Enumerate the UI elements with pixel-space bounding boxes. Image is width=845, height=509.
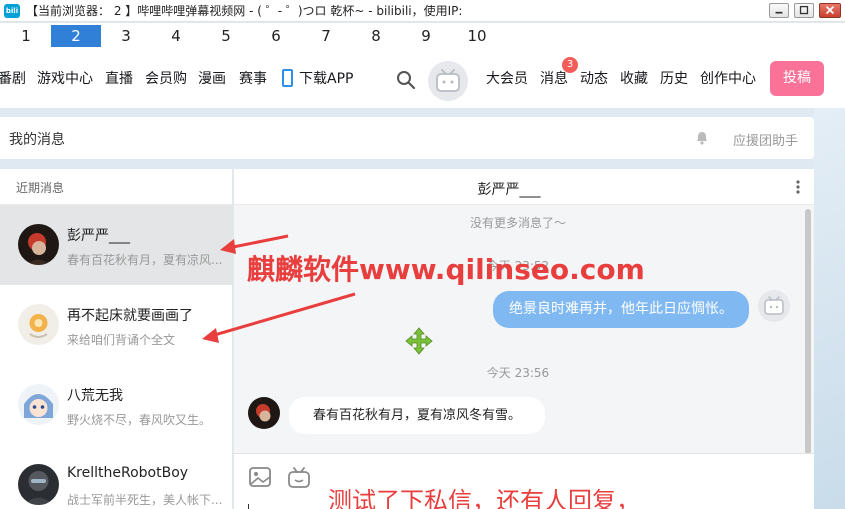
messages-badge: 3 bbox=[562, 57, 578, 73]
image-upload-icon[interactable] bbox=[248, 466, 272, 488]
chat-pane: 彭严严___ 没有更多消息了～ 今天 23:52 绝景良时难再并，他年此日应惆怅… bbox=[234, 169, 814, 509]
tab-5[interactable]: 5 bbox=[201, 25, 251, 47]
tab-6[interactable]: 6 bbox=[251, 25, 301, 47]
more-options-icon[interactable] bbox=[796, 180, 800, 194]
browser-tab-strip: 1 2 3 4 5 6 7 8 9 10 bbox=[0, 23, 845, 48]
contact-avatar bbox=[18, 224, 59, 265]
nav-dynamics[interactable]: 动态 bbox=[580, 68, 608, 88]
minimize-button[interactable] bbox=[769, 3, 789, 18]
phone-icon bbox=[282, 69, 293, 87]
conversation-list: 近期消息 彭严严___ 春有百花秋有月，夏有凉风... 再不起床就要画画了 来给… bbox=[0, 169, 233, 509]
my-message-bubble: 绝景良时难再并，他年此日应惆怅。 bbox=[493, 291, 749, 328]
support-helper-link[interactable]: 应援团助手 bbox=[733, 130, 798, 149]
messages-title: 我的消息 bbox=[9, 132, 65, 148]
tab-7[interactable]: 7 bbox=[301, 25, 351, 47]
chat-scrollbar[interactable] bbox=[805, 209, 811, 454]
emoji-icon[interactable] bbox=[286, 465, 312, 489]
conversation-item[interactable]: KrelltheRobotBoy 战士军前半死生，美人帐下... bbox=[0, 445, 233, 509]
move-cursor-icon bbox=[405, 327, 433, 355]
nav-live[interactable]: 直播 bbox=[105, 68, 133, 88]
tab-9[interactable]: 9 bbox=[401, 25, 451, 47]
timestamp: 今天 23:56 bbox=[486, 366, 550, 380]
contact-avatar bbox=[18, 304, 59, 345]
my-avatar bbox=[758, 290, 790, 322]
maximize-icon bbox=[799, 5, 809, 15]
tab-3[interactable]: 3 bbox=[101, 25, 151, 47]
their-message-bubble: 春有百花秋有月，夏有凉风冬有雪。 bbox=[289, 397, 545, 434]
app-icon: bili bbox=[4, 3, 20, 18]
no-more-messages: 没有更多消息了～ bbox=[469, 216, 566, 230]
text-caret bbox=[248, 504, 249, 509]
minimize-icon bbox=[775, 11, 783, 14]
tab-1[interactable]: 1 bbox=[1, 25, 51, 47]
tab-4[interactable]: 4 bbox=[151, 25, 201, 47]
nav-creator-center[interactable]: 创作中心 bbox=[700, 68, 756, 88]
nav-history[interactable]: 历史 bbox=[660, 68, 688, 88]
nav-vip[interactable]: 大会员 bbox=[486, 68, 528, 88]
window-titlebar: bili 【当前浏览器： 2 】哔哩哔哩弹幕视频网 - ( ゜- ゜)つロ 乾杯… bbox=[0, 0, 845, 22]
recent-messages-header: 近期消息 bbox=[16, 181, 65, 195]
nav-mall[interactable]: 会员购 bbox=[145, 68, 187, 88]
maximize-button[interactable] bbox=[794, 3, 814, 18]
post-button[interactable]: 投稿 bbox=[770, 61, 824, 96]
window-title: 【当前浏览器： 2 】哔哩哔哩弹幕视频网 - ( ゜- ゜)つロ 乾杯~ - b… bbox=[26, 4, 463, 18]
conversation-item[interactable]: 再不起床就要画画了 来给咱们背诵个全文 bbox=[0, 285, 233, 365]
close-icon bbox=[825, 5, 835, 15]
nav-match[interactable]: 赛事 bbox=[239, 68, 267, 88]
background-art bbox=[814, 108, 845, 509]
tab-8[interactable]: 8 bbox=[351, 25, 401, 47]
contact-avatar bbox=[18, 464, 59, 505]
message-preview: 野火烧不尽，春风吹又生。 bbox=[67, 413, 212, 427]
message-preview: 来给咱们背诵个全文 bbox=[67, 333, 176, 347]
tab-2[interactable]: 2 bbox=[51, 25, 101, 47]
bell-icon bbox=[697, 132, 707, 145]
user-avatar[interactable] bbox=[428, 61, 468, 101]
nav-bangumi[interactable]: 番剧 bbox=[0, 68, 26, 88]
search-icon[interactable] bbox=[396, 70, 416, 90]
contact-name: 八荒无我 bbox=[67, 388, 123, 404]
chat-contact-name: 彭严严___ bbox=[477, 182, 541, 198]
conversation-item[interactable]: 八荒无我 野火烧不尽，春风吹又生。 bbox=[0, 365, 233, 445]
messages-header: 我的消息 应援团助手 bbox=[0, 117, 814, 159]
conversation-item[interactable]: 彭严严___ 春有百花秋有月，夏有凉风... bbox=[0, 205, 233, 285]
nav-download-app[interactable]: 下载APP bbox=[299, 68, 353, 88]
watermark-text: 麒麟软件www.qilinseo.com bbox=[247, 253, 645, 286]
contact-avatar-small bbox=[248, 397, 280, 429]
contact-name: KrelltheRobotBoy bbox=[67, 465, 189, 481]
contact-name: 再不起床就要画画了 bbox=[67, 308, 193, 324]
nav-game-center[interactable]: 游戏中心 bbox=[37, 68, 93, 88]
contact-avatar bbox=[18, 384, 59, 425]
contact-name: 彭严严___ bbox=[67, 228, 130, 244]
nav-manga[interactable]: 漫画 bbox=[198, 68, 226, 88]
close-button[interactable] bbox=[819, 3, 841, 18]
message-preview: 春有百花秋有月，夏有凉风... bbox=[67, 253, 222, 267]
tv-mascot-icon bbox=[764, 296, 784, 315]
annotation-note: 测试了下私信，还有人回复， bbox=[328, 487, 640, 509]
nav-favorites[interactable]: 收藏 bbox=[620, 68, 648, 88]
top-navbar: 番剧 游戏中心 直播 会员购 漫画 赛事 下载APP 大会员 消息 动态 收藏 … bbox=[0, 48, 845, 108]
message-preview: 战士军前半死生，美人帐下... bbox=[67, 493, 222, 507]
tab-10[interactable]: 10 bbox=[452, 25, 502, 47]
chat-header: 彭严严___ bbox=[234, 169, 814, 205]
tv-mascot-icon bbox=[436, 69, 460, 92]
